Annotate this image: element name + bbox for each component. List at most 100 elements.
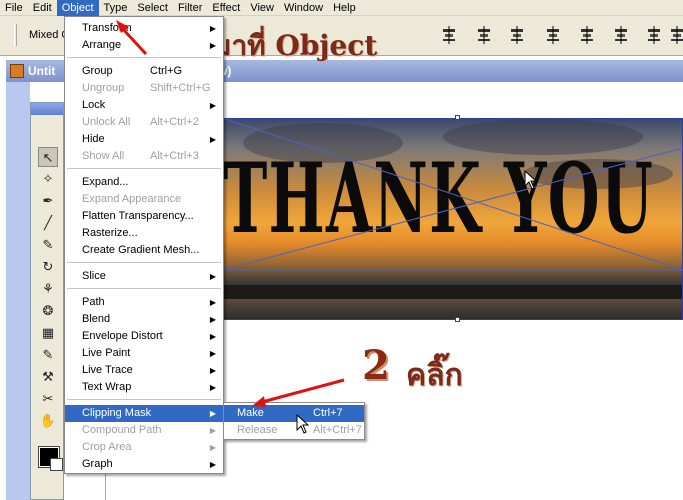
menu-item-transform[interactable]: Transform ▶ bbox=[65, 20, 223, 37]
menu-separator bbox=[67, 168, 221, 169]
clipping-mask-submenu: Make Ctrl+7 Release Alt+Ctrl+7 bbox=[223, 402, 365, 440]
submenu-arrow-icon: ▶ bbox=[209, 460, 216, 469]
menu-file[interactable]: File bbox=[0, 0, 28, 16]
menu-item-create-gradient-mesh[interactable]: Create Gradient Mesh... bbox=[65, 242, 223, 259]
menu-item-expand-appearance: Expand Appearance bbox=[65, 191, 223, 208]
stroke-swatch[interactable] bbox=[50, 458, 63, 471]
menu-item-path[interactable]: Path ▶ bbox=[65, 294, 223, 311]
menu-edit[interactable]: Edit bbox=[28, 0, 57, 16]
rotate-tool-icon[interactable]: ↻ bbox=[38, 257, 58, 277]
menu-item-label: Arrange bbox=[82, 39, 122, 51]
submenu-item-make[interactable]: Make Ctrl+7 bbox=[224, 405, 364, 422]
menu-item-shortcut: Shift+Ctrl+G bbox=[150, 82, 211, 94]
paintbrush-tool-icon[interactable]: ✎ bbox=[38, 235, 58, 255]
menu-separator bbox=[67, 399, 221, 400]
menu-item-label: Rasterize... bbox=[82, 227, 138, 239]
submenu-item-shortcut: Alt+Ctrl+7 bbox=[313, 424, 362, 436]
scissors-tool-icon[interactable]: ✂ bbox=[38, 389, 58, 409]
menu-item-label: Lock bbox=[82, 99, 106, 111]
mesh-tool-icon[interactable]: ▦ bbox=[38, 323, 58, 343]
magic-wand-tool-icon[interactable]: ✧ bbox=[38, 169, 58, 189]
menu-view[interactable]: View bbox=[245, 0, 279, 16]
menu-filter[interactable]: Filter bbox=[173, 0, 207, 16]
symbol-sprayer-tool-icon[interactable]: ❂ bbox=[38, 301, 58, 321]
menu-item-hide[interactable]: Hide ▶ bbox=[65, 131, 223, 148]
submenu-arrow-icon: ▶ bbox=[209, 41, 216, 50]
mouse-cursor-icon bbox=[296, 414, 310, 434]
menu-item-unlock-all: Unlock All Alt+Ctrl+2 bbox=[65, 114, 223, 131]
hand-tool-icon[interactable]: ✋ bbox=[38, 411, 58, 431]
menu-item-label: Live Trace bbox=[82, 364, 133, 376]
menu-item-label: Crop Area bbox=[82, 441, 132, 453]
menu-item-live-paint[interactable]: Live Paint ▶ bbox=[65, 345, 223, 362]
artwork-image[interactable]: THANK YOU bbox=[222, 118, 683, 320]
object-menu: Transform ▶ Arrange ▶ Group Ctrl+G Ungroup Shif… bbox=[64, 16, 224, 474]
menu-item-ungroup: Ungroup Shift+Ctrl+G bbox=[65, 80, 223, 97]
align-center-icon[interactable] bbox=[440, 26, 458, 44]
menu-object[interactable]: Object bbox=[56, 0, 99, 16]
align-bottom-icon[interactable] bbox=[508, 26, 526, 44]
menu-item-graph[interactable]: Graph ▶ bbox=[65, 456, 223, 473]
menu-item-lock[interactable]: Lock ▶ bbox=[65, 97, 223, 114]
menu-item-label: Blend bbox=[82, 313, 111, 325]
menu-item-arrange[interactable]: Arrange ▶ bbox=[65, 37, 223, 54]
artwork-text: THANK YOU bbox=[223, 142, 654, 255]
selection-tool-icon[interactable]: ↖ bbox=[38, 147, 58, 167]
align-middle-icon[interactable] bbox=[475, 26, 493, 44]
menu-item-label: Group bbox=[82, 65, 113, 77]
pen-tool-icon[interactable]: ✒ bbox=[38, 191, 58, 211]
menu-item-rasterize[interactable]: Rasterize... bbox=[65, 225, 223, 242]
distribute-v-icon[interactable] bbox=[578, 26, 596, 44]
menu-item-label: Ungroup bbox=[82, 82, 125, 94]
annotation-step2-text: คลิ๊ก bbox=[406, 358, 463, 393]
menu-select[interactable]: Select bbox=[132, 0, 173, 16]
menu-item-slice[interactable]: Slice ▶ bbox=[65, 268, 223, 285]
menu-item-text-wrap[interactable]: Text Wrap ▶ bbox=[65, 379, 223, 396]
menu-item-label: Clipping Mask bbox=[82, 407, 152, 419]
document-icon bbox=[10, 64, 24, 78]
warp-tool-icon[interactable]: ⚘ bbox=[38, 279, 58, 299]
menu-item-label: Transform bbox=[82, 22, 132, 34]
menu-window[interactable]: Window bbox=[279, 0, 328, 16]
menu-item-label: Text Wrap bbox=[82, 381, 132, 393]
submenu-arrow-icon: ▶ bbox=[209, 366, 216, 375]
menu-separator bbox=[67, 262, 221, 263]
eyedropper-tool-icon[interactable]: ✎ bbox=[38, 345, 58, 365]
menu-bar: File Edit Object Type Select Filter Effect View… bbox=[0, 0, 683, 16]
canvas-gutter bbox=[6, 82, 30, 500]
live-paint-bucket-tool-icon[interactable]: ⚒ bbox=[38, 367, 58, 387]
shoreline bbox=[223, 285, 682, 299]
transform-icon[interactable] bbox=[668, 26, 683, 44]
menu-item-expand[interactable]: Expand... bbox=[65, 174, 223, 191]
submenu-arrow-icon: ▶ bbox=[209, 135, 216, 144]
menu-separator bbox=[67, 288, 221, 289]
submenu-arrow-icon: ▶ bbox=[209, 409, 216, 418]
menu-item-clipping-mask[interactable]: Clipping Mask ▶ bbox=[65, 405, 223, 422]
distribute-left-icon[interactable] bbox=[612, 26, 630, 44]
menu-effect[interactable]: Effect bbox=[207, 0, 245, 16]
menu-item-label: Envelope Distort bbox=[82, 330, 163, 342]
selection-handle[interactable] bbox=[455, 317, 460, 322]
submenu-arrow-icon: ▶ bbox=[209, 101, 216, 110]
menu-item-label: Expand Appearance bbox=[82, 193, 182, 205]
menu-item-group[interactable]: Group Ctrl+G bbox=[65, 63, 223, 80]
menu-item-envelope-distort[interactable]: Envelope Distort ▶ bbox=[65, 328, 223, 345]
submenu-arrow-icon: ▶ bbox=[209, 332, 216, 341]
menu-item-label: Slice bbox=[82, 270, 106, 282]
tools-panel-header[interactable] bbox=[31, 103, 63, 115]
distribute-right-icon[interactable] bbox=[645, 26, 663, 44]
menu-item-show-all: Show All Alt+Ctrl+3 bbox=[65, 148, 223, 165]
menu-item-label: Graph bbox=[82, 458, 113, 470]
line-tool-icon[interactable]: ╱ bbox=[38, 213, 58, 233]
selection-handle[interactable] bbox=[455, 115, 460, 120]
menu-item-blend[interactable]: Blend ▶ bbox=[65, 311, 223, 328]
menu-item-label: Live Paint bbox=[82, 347, 131, 359]
distribute-h-icon[interactable] bbox=[544, 26, 562, 44]
menu-help[interactable]: Help bbox=[328, 0, 361, 16]
menu-item-live-trace[interactable]: Live Trace ▶ bbox=[65, 362, 223, 379]
menu-type[interactable]: Type bbox=[99, 0, 133, 16]
submenu-arrow-icon: ▶ bbox=[209, 298, 216, 307]
menu-item-flatten-transparency[interactable]: Flatten Transparency... bbox=[65, 208, 223, 225]
toolbar-grip[interactable] bbox=[14, 24, 17, 46]
submenu-arrow-icon: ▶ bbox=[209, 426, 216, 435]
